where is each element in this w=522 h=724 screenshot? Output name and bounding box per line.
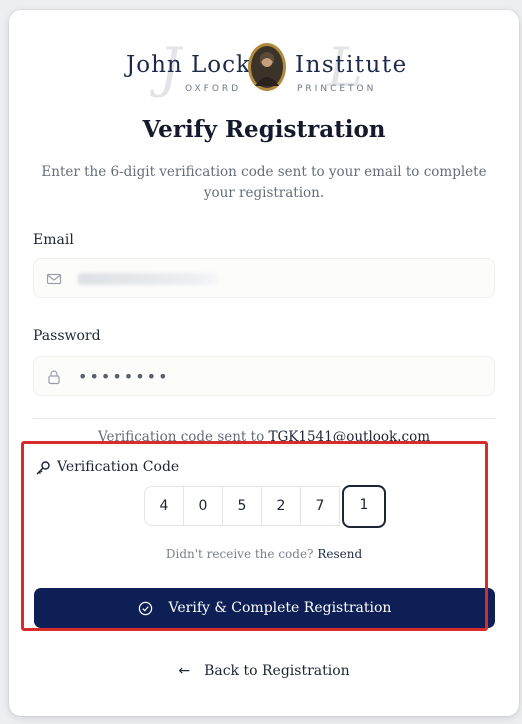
lock-icon xyxy=(48,370,60,385)
password-value: •••••••• xyxy=(78,367,170,386)
portrait-medallion-icon xyxy=(248,43,286,91)
arrow-left-icon: ← xyxy=(178,663,191,679)
page-title: Verify Registration xyxy=(142,116,386,143)
logo-sub-left: OXFORD xyxy=(185,84,242,94)
email-label: Email xyxy=(33,232,74,248)
logo-sub-right: PRINCETON xyxy=(297,84,377,94)
back-to-registration-link[interactable]: ← Back to Registration xyxy=(9,663,519,679)
logo-name-right: Institute xyxy=(295,52,408,78)
password-label: Password xyxy=(33,328,101,344)
email-value-redacted xyxy=(78,273,218,285)
highlight-box xyxy=(21,441,488,631)
email-field[interactable] xyxy=(33,258,495,298)
password-field[interactable]: •••••••• xyxy=(33,356,495,396)
back-label: Back to Registration xyxy=(204,663,350,679)
institute-logo: J L John Locke Institute OXFORD PRINCETO… xyxy=(9,36,519,106)
divider xyxy=(33,418,495,419)
page-subtitle: Enter the 6-digit verification code sent… xyxy=(41,164,487,201)
mail-icon xyxy=(46,273,62,285)
logo-name-left: John Locke xyxy=(126,52,266,78)
